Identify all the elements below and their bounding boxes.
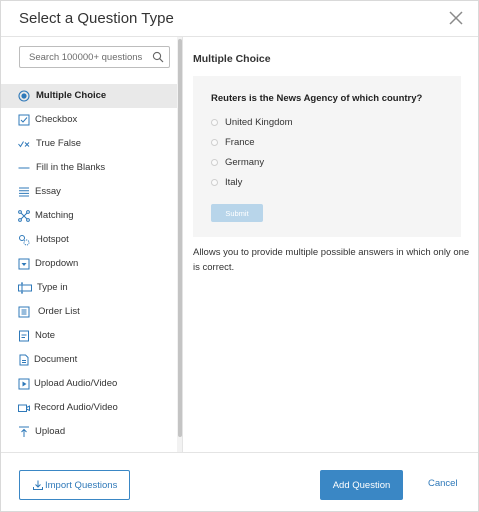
radio-icon	[211, 139, 218, 146]
close-icon[interactable]	[448, 10, 464, 26]
sidebar-item-matching[interactable]: Matching	[1, 204, 177, 228]
radio-icon	[211, 179, 218, 186]
preview-option-label: France	[225, 137, 255, 148]
sidebar-item-label: Upload Audio/Video	[34, 378, 118, 389]
sidebar-item-type-in[interactable]: Type in	[1, 276, 177, 300]
record-video-icon	[18, 404, 30, 412]
select-question-type-dialog: Select a Question Type Multiple Choice	[0, 0, 479, 512]
sidebar-item-label: Document	[34, 354, 78, 365]
sidebar-item-label: Essay	[35, 186, 61, 197]
dropdown-icon	[18, 258, 30, 270]
download-icon	[33, 480, 43, 490]
sidebar-item-label: Record Audio/Video	[34, 402, 118, 413]
preview-option: Germany	[211, 157, 411, 171]
play-icon	[18, 378, 30, 390]
lines-icon	[19, 187, 29, 197]
sidebar-item-label: Hotspot	[36, 234, 69, 245]
sidebar-item-fill-in-the-blanks[interactable]: Fill in the Blanks	[1, 156, 177, 180]
sidebar-item-checkbox[interactable]: Checkbox	[1, 108, 177, 132]
question-type-sidebar: Multiple Choice Checkbox True False	[1, 37, 183, 452]
search-box	[19, 46, 170, 68]
dialog-footer: Import Questions Add Question Cancel	[1, 452, 478, 511]
scrollbar-thumb[interactable]	[178, 39, 182, 437]
sidebar-item-label: Order List	[38, 306, 80, 317]
sidebar-item-true-false[interactable]: True False	[1, 132, 177, 156]
sidebar-item-label: Type in	[37, 282, 68, 293]
sidebar-item-record-audio-video[interactable]: Record Audio/Video	[1, 396, 177, 420]
sidebar-item-upload[interactable]: Upload	[1, 420, 177, 444]
add-question-button[interactable]: Add Question	[320, 470, 403, 500]
sidebar-item-multiple-choice[interactable]: Multiple Choice	[1, 84, 177, 108]
selected-type-title: Multiple Choice	[193, 53, 271, 65]
sidebar-item-label: Matching	[35, 210, 74, 221]
sidebar-item-order-list[interactable]: Order List	[1, 300, 177, 324]
radio-icon	[211, 119, 218, 126]
sidebar-item-label: Checkbox	[35, 114, 78, 125]
note-icon	[19, 330, 29, 342]
preview-option: France	[211, 137, 411, 151]
blank-line-icon	[18, 167, 30, 169]
order-list-icon	[18, 306, 30, 318]
preview-option: Italy	[211, 177, 411, 191]
question-type-detail: Multiple Choice Reuters is the News Agen…	[183, 37, 478, 452]
cancel-button[interactable]: Cancel	[428, 478, 458, 489]
upload-icon	[19, 426, 29, 437]
dialog-header: Select a Question Type	[1, 1, 478, 37]
sidebar-item-label: Dropdown	[35, 258, 79, 269]
preview-question-text: Reuters is the News Agency of which coun…	[211, 93, 423, 104]
sidebar-item-label: Upload	[35, 426, 66, 437]
sidebar-item-label: Multiple Choice	[36, 90, 107, 101]
type-in-icon	[18, 282, 32, 294]
sidebar-item-hotspot[interactable]: Hotspot	[1, 228, 177, 252]
preview-option-label: Italy	[225, 177, 243, 188]
import-questions-label: Import Questions	[45, 480, 118, 491]
sidebar-item-upload-audio-video[interactable]: Upload Audio/Video	[1, 372, 177, 396]
true-false-icon	[18, 141, 30, 148]
document-icon	[19, 354, 29, 366]
sidebar-item-label: Note	[35, 330, 56, 341]
sidebar-item-dropdown[interactable]: Dropdown	[1, 252, 177, 276]
checkbox-icon	[18, 114, 30, 126]
type-description: Allows you to provide multiple possible …	[193, 247, 470, 273]
question-type-list: Multiple Choice Checkbox True False Fill…	[1, 84, 177, 444]
search-icon[interactable]	[152, 51, 164, 63]
import-questions-button[interactable]: Import Questions	[19, 470, 130, 500]
hotspot-icon	[19, 235, 30, 246]
sidebar-item-label: True False	[36, 138, 82, 149]
sidebar-item-document[interactable]: Document	[1, 348, 177, 372]
preview-option: United Kingdom	[211, 117, 411, 131]
question-preview: Reuters is the News Agency of which coun…	[193, 76, 461, 237]
preview-option-label: United Kingdom	[225, 117, 293, 128]
matching-icon	[18, 210, 30, 222]
dialog-title: Select a Question Type	[19, 10, 174, 27]
preview-option-label: Germany	[225, 157, 265, 168]
sidebar-item-note[interactable]: Note	[1, 324, 177, 348]
preview-submit-button: Submit	[211, 204, 263, 222]
radio-selected-icon	[18, 90, 30, 102]
radio-icon	[211, 159, 218, 166]
sidebar-item-label: Fill in the Blanks	[36, 162, 106, 173]
search-input[interactable]	[20, 47, 150, 67]
sidebar-item-essay[interactable]: Essay	[1, 180, 177, 204]
